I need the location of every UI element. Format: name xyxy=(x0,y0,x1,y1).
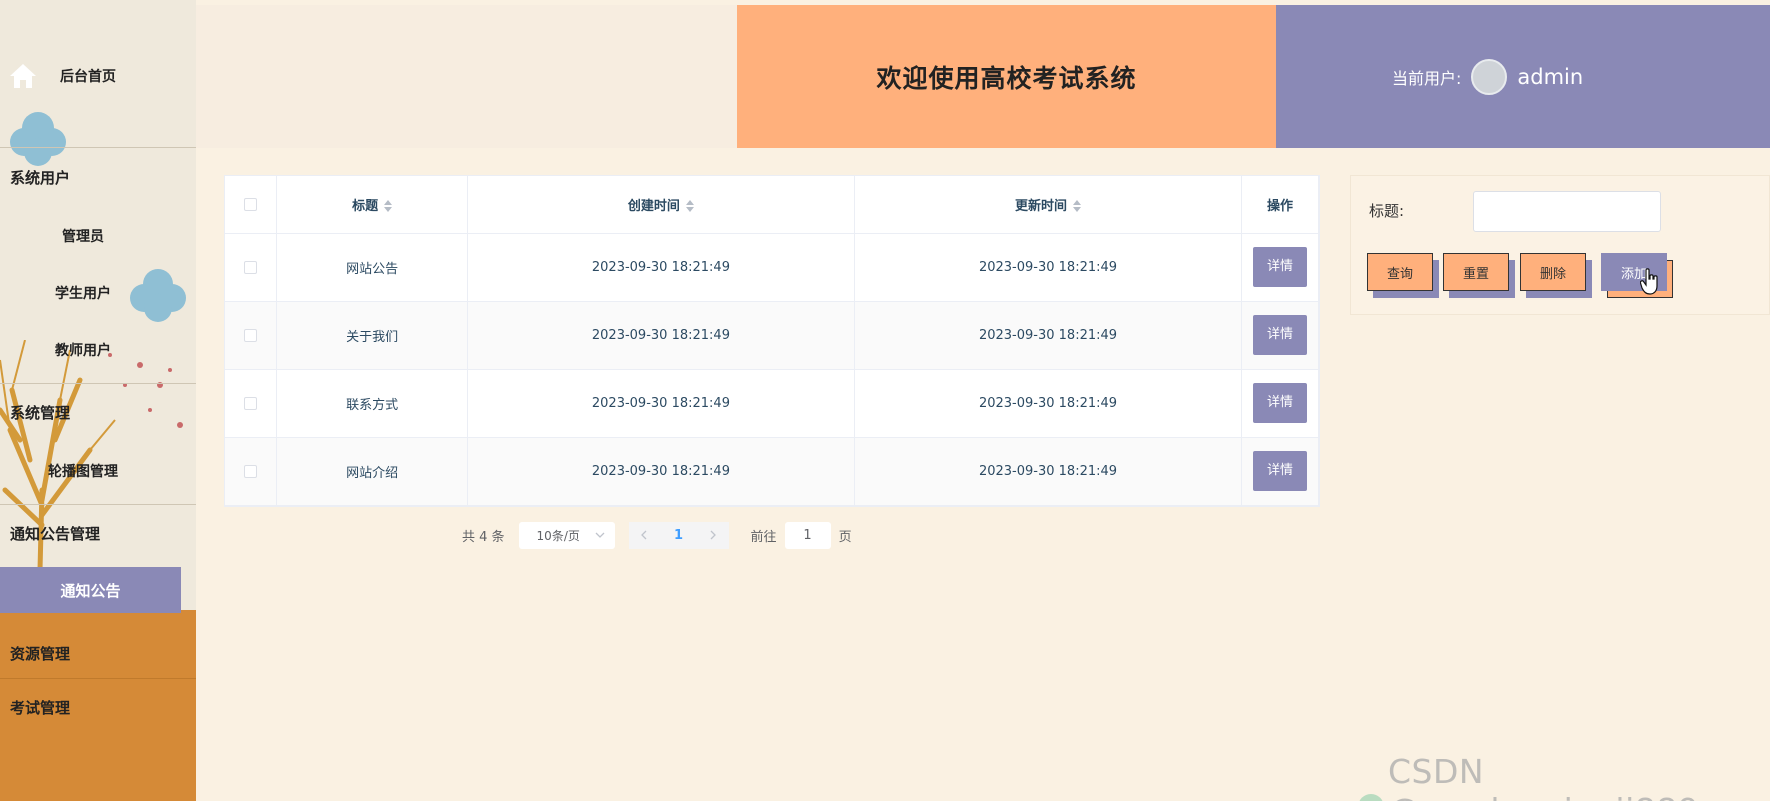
cell-title: 关于我们 xyxy=(276,301,468,370)
floating-dot xyxy=(1358,794,1384,801)
sidebar-group-resource-manage[interactable]: 资源管理 xyxy=(10,643,70,664)
select-all-checkbox[interactable] xyxy=(244,197,258,211)
avatar[interactable] xyxy=(1471,58,1508,95)
row-checkbox[interactable] xyxy=(244,260,258,274)
sort-icon[interactable] xyxy=(685,199,694,213)
header-blank-area xyxy=(196,5,737,148)
sidebar-group-system-manage[interactable]: 系统管理 xyxy=(10,402,70,423)
goto-page-input[interactable]: 1 xyxy=(784,521,831,549)
sidebar-item-home[interactable]: 后台首页 xyxy=(8,58,188,94)
page-title: 欢迎使用高校考试系统 xyxy=(876,63,1137,93)
cell-updated: 2023-09-30 18:21:49 xyxy=(854,437,1243,506)
title-filter-input[interactable] xyxy=(1473,191,1661,232)
sidebar-divider xyxy=(0,504,196,505)
column-header-action: 操作 xyxy=(1241,176,1319,234)
prev-page-button[interactable] xyxy=(628,521,659,549)
cell-title: 联系方式 xyxy=(276,369,468,438)
chevron-down-icon xyxy=(595,532,605,538)
sidebar-group-system-users[interactable]: 系统用户 xyxy=(10,167,70,188)
cell-created: 2023-09-30 18:21:49 xyxy=(467,369,855,438)
detail-button[interactable]: 详情 xyxy=(1253,315,1308,355)
sidebar-divider xyxy=(0,147,196,148)
detail-button[interactable]: 详情 xyxy=(1253,451,1308,491)
sort-icon[interactable] xyxy=(1073,199,1082,213)
header-title-area: 欢迎使用高校考试系统 xyxy=(737,5,1276,148)
row-checkbox[interactable] xyxy=(244,396,258,410)
sidebar-home-label: 后台首页 xyxy=(60,69,116,85)
page-size-select[interactable]: 10条/页 xyxy=(518,521,615,549)
current-user-label: 当前用户: xyxy=(1392,68,1462,88)
cell-updated: 2023-09-30 18:21:49 xyxy=(854,233,1243,302)
reset-button[interactable]: 重置 xyxy=(1443,253,1515,298)
table-row: 联系方式 2023-09-30 18:21:49 2023-09-30 18:2… xyxy=(225,369,1319,438)
cell-created: 2023-09-30 18:21:49 xyxy=(467,301,855,370)
page-suffix-label: 页 xyxy=(838,529,852,545)
row-checkbox[interactable] xyxy=(244,328,258,342)
column-header-updated[interactable]: 更新时间 xyxy=(854,176,1243,234)
cell-title: 网站公告 xyxy=(276,233,468,302)
query-button[interactable]: 查询 xyxy=(1367,253,1439,298)
cloud-decoration-icon xyxy=(10,112,66,166)
page-number-current[interactable]: 1 xyxy=(658,521,699,549)
search-panel: 标题: 查询 重置 删除 添加 xyxy=(1350,175,1770,315)
table-row: 网站公告 2023-09-30 18:21:49 2023-09-30 18:2… xyxy=(225,233,1319,302)
page-size-value: 10条/页 xyxy=(536,528,580,543)
sidebar-item-carousel[interactable]: 轮播图管理 xyxy=(0,461,166,481)
table-row: 关于我们 2023-09-30 18:21:49 2023-09-30 18:2… xyxy=(225,301,1319,370)
table-row: 网站介绍 2023-09-30 18:21:49 2023-09-30 18:2… xyxy=(225,437,1319,506)
add-button[interactable]: 添加 xyxy=(1601,253,1673,298)
sidebar-item-notice[interactable]: 通知公告 xyxy=(0,567,181,613)
column-header-created[interactable]: 创建时间 xyxy=(467,176,855,234)
pagination-total: 共 4 条 xyxy=(462,529,505,545)
cell-updated: 2023-09-30 18:21:49 xyxy=(854,369,1243,438)
current-user-name[interactable]: admin xyxy=(1517,65,1583,89)
sort-icon[interactable] xyxy=(384,199,393,213)
cell-created: 2023-09-30 18:21:49 xyxy=(467,233,855,302)
sidebar: 后台首页 系统用户 管理员 学生用户 教师用户 系统管理 轮播图管理 通知公告管… xyxy=(0,0,196,801)
row-checkbox[interactable] xyxy=(244,464,258,478)
sidebar-divider xyxy=(0,383,196,384)
next-page-button[interactable] xyxy=(698,521,729,549)
sidebar-item-student[interactable]: 学生用户 xyxy=(0,283,166,303)
title-filter-label: 标题: xyxy=(1369,202,1405,220)
cell-created: 2023-09-30 18:21:49 xyxy=(467,437,855,506)
chevron-left-icon xyxy=(641,530,647,540)
column-header-title[interactable]: 标题 xyxy=(276,176,468,234)
cell-updated: 2023-09-30 18:21:49 xyxy=(854,301,1243,370)
detail-button[interactable]: 详情 xyxy=(1253,383,1308,423)
delete-button[interactable]: 删除 xyxy=(1520,253,1592,298)
watermark: CSDN @vx_danpianji889 xyxy=(1388,752,1699,801)
chevron-right-icon xyxy=(710,530,716,540)
goto-label: 前往 xyxy=(750,529,777,545)
cell-title: 网站介绍 xyxy=(276,437,468,506)
header-user-area: 当前用户: admin xyxy=(1276,5,1770,148)
home-icon xyxy=(10,64,36,88)
sidebar-group-exam-manage[interactable]: 考试管理 xyxy=(10,697,70,718)
notice-table: 标题 创建时间 更新时间 操作 网站公告 2023-09-30 18:21:49… xyxy=(224,175,1320,507)
sidebar-group-notice-manage[interactable]: 通知公告管理 xyxy=(10,523,100,544)
pagination: 共 4 条 10条/页 1 前往 1 页 xyxy=(462,521,852,549)
sidebar-divider xyxy=(0,678,196,679)
sidebar-item-teacher[interactable]: 教师用户 xyxy=(0,340,166,360)
table-header-row: 标题 创建时间 更新时间 操作 xyxy=(225,176,1319,234)
sidebar-item-admin[interactable]: 管理员 xyxy=(0,226,166,246)
detail-button[interactable]: 详情 xyxy=(1253,247,1308,287)
